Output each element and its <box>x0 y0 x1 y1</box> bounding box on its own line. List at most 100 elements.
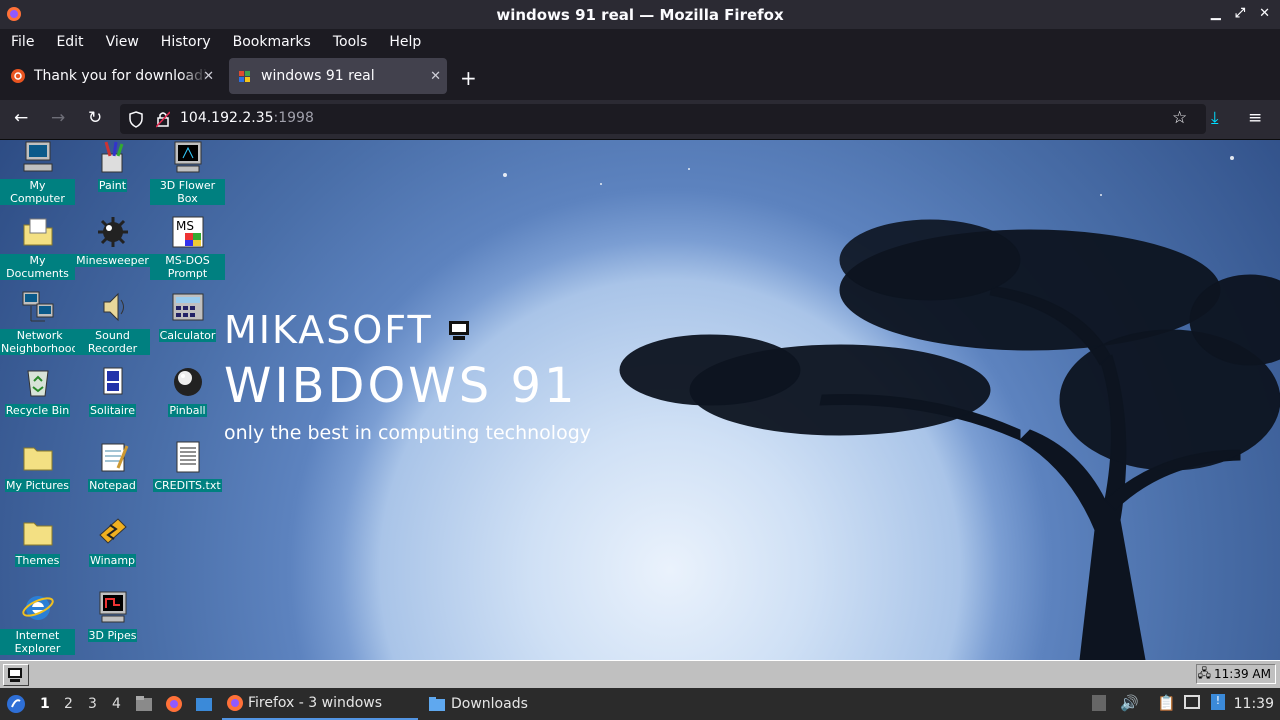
menu-bookmarks[interactable]: Bookmarks <box>222 34 322 50</box>
downloads-icon[interactable]: ⤓ <box>1211 108 1219 128</box>
menu-help[interactable]: Help <box>378 34 432 50</box>
desktop-icon-label: Notepad <box>88 479 137 492</box>
desktop-icon-label: Minesweeper <box>75 254 150 267</box>
insecure-lock-icon[interactable] <box>156 111 170 128</box>
menu-edit[interactable]: Edit <box>45 34 94 50</box>
desktop-icon-credits-txt[interactable]: CREDITS.txt <box>150 440 225 493</box>
desktop-icon-network-neighborhood[interactable]: Network Neighborhood <box>0 290 80 356</box>
msdos-icon: MS <box>171 215 205 249</box>
desktop-icon-my-computer[interactable]: My Computer <box>0 140 75 206</box>
panel-clock[interactable]: 11:39 <box>1234 696 1274 712</box>
clipboard-icon[interactable]: 📋 <box>1157 694 1176 712</box>
winamp-icon <box>96 515 130 549</box>
notepad-icon <box>96 440 130 474</box>
workspace-4[interactable]: 4 <box>112 696 121 712</box>
star <box>503 173 507 177</box>
taskbar-item-downloads[interactable]: Downloads <box>424 688 534 720</box>
star <box>1100 194 1102 196</box>
app-menu-icon[interactable]: ≡ <box>1248 108 1262 128</box>
ubuntu-icon <box>11 69 25 83</box>
os-menu-icon[interactable] <box>6 694 26 714</box>
network-tray-icon[interactable]: 🖧 <box>1198 664 1211 685</box>
tab-bar: Thank you for downloadi ✕ windows 91 rea… <box>0 54 1280 100</box>
tab-thank-you[interactable]: Thank you for downloadi ✕ <box>4 58 220 94</box>
desktop-icon-winamp[interactable]: Winamp <box>75 515 150 568</box>
network-icon <box>21 290 55 324</box>
url-bar[interactable]: 104.192.2.35:1998 <box>120 104 1206 134</box>
tab-windows91[interactable]: windows 91 real ✕ <box>229 58 447 94</box>
workspace-1[interactable]: 1 <box>40 696 50 712</box>
window-titlebar: windows 91 real — Mozilla Firefox ▁ ⤢ ✕ <box>0 0 1280 29</box>
brand-company: MIKASOFT <box>224 308 433 352</box>
windows-flag-icon <box>239 71 250 82</box>
win91-start-button[interactable] <box>3 664 29 686</box>
svg-text:MS: MS <box>176 219 194 233</box>
folder-icon <box>429 697 445 711</box>
desktop-icon-3d-flower-box[interactable]: 3D Flower Box <box>150 140 225 206</box>
url-text[interactable]: 104.192.2.35:1998 <box>180 110 314 126</box>
win91-clock: 11:39 AM <box>1214 667 1271 681</box>
computer-icon <box>21 140 55 174</box>
url-host: 104.192.2.35 <box>180 110 274 126</box>
desktop-icon-notepad[interactable]: Notepad <box>75 440 150 493</box>
desktop-icon-internet-explorer[interactable]: Internet Explorer <box>0 590 75 656</box>
desktop-icon-label: 3D Pipes <box>87 629 138 642</box>
os-panel: 1 2 3 4 Firefox - 3 windows Downloads 🔊 … <box>0 688 1280 720</box>
pinball-icon <box>171 365 205 399</box>
tab-label: windows 91 real <box>261 68 375 84</box>
tray-expand-icon[interactable] <box>1092 695 1106 711</box>
desktop-icon-calculator[interactable]: Calculator <box>150 290 225 343</box>
menu-view[interactable]: View <box>95 34 150 50</box>
star <box>600 183 602 185</box>
desktop-icon-solitaire[interactable]: Solitaire <box>75 365 150 418</box>
cards-icon <box>96 365 130 399</box>
file-manager-launcher-icon[interactable] <box>134 694 154 714</box>
close-icon[interactable]: ✕ <box>1259 6 1270 21</box>
new-tab-icon[interactable]: + <box>460 66 477 90</box>
mine-icon <box>96 215 130 249</box>
win91-system-tray: 🖧 11:39 AM <box>1196 664 1276 684</box>
desktop-icon-label: CREDITS.txt <box>153 479 222 492</box>
restore-icon[interactable]: ⤢ <box>1235 6 1245 21</box>
desktop-icon-pinball[interactable]: Pinball <box>150 365 225 418</box>
desktop-icon-my-pictures[interactable]: My Pictures <box>0 440 75 493</box>
desktop-icon-minesweeper[interactable]: Minesweeper <box>75 215 150 268</box>
reload-icon[interactable]: ↻ <box>88 108 102 128</box>
minimize-icon[interactable]: ▁ <box>1211 6 1221 21</box>
menu-file[interactable]: File <box>0 34 45 50</box>
paint-icon <box>96 140 130 174</box>
screensaver-icon <box>171 140 205 174</box>
bookmark-star-icon[interactable]: ☆ <box>1172 108 1187 128</box>
web-page-desktop[interactable]: MIKASOFT WIBDOWS 91 only the best in com… <box>0 140 1280 660</box>
desktop-icon-label: 3D Flower Box <box>150 179 225 205</box>
desktop-icon-sound-recorder[interactable]: Sound Recorder <box>75 290 150 356</box>
back-icon[interactable]: ← <box>14 108 28 128</box>
menu-tools[interactable]: Tools <box>322 34 379 50</box>
desktop-icon-themes[interactable]: Themes <box>0 515 75 568</box>
taskbar-item-firefox[interactable]: Firefox - 3 windows <box>222 688 418 720</box>
shield-icon[interactable] <box>128 111 144 128</box>
tab-close-icon[interactable]: ✕ <box>203 69 214 84</box>
desktop-icon-label: Network Neighborhood <box>0 329 80 355</box>
url-port: :1998 <box>273 110 314 126</box>
notification-icon[interactable]: ! <box>1211 694 1225 710</box>
desktop-icon-3d-pipes[interactable]: 3D Pipes <box>75 590 150 643</box>
menu-history[interactable]: History <box>150 34 222 50</box>
desktop-icon-ms-dos-prompt[interactable]: MS MS-DOS Prompt <box>150 215 225 281</box>
workspace-2[interactable]: 2 <box>64 696 73 712</box>
tab-close-icon[interactable]: ✕ <box>430 69 441 84</box>
desktop-icon-my-documents[interactable]: My Documents <box>0 215 75 281</box>
taskbar-item-label: Firefox - 3 windows <box>248 695 383 711</box>
desktop-icon-paint[interactable]: Paint <box>75 140 150 193</box>
win91-taskbar: 🖧 11:39 AM <box>0 660 1280 689</box>
folder-documents-icon <box>21 215 55 249</box>
forward-icon[interactable]: → <box>51 108 65 128</box>
display-icon[interactable] <box>1184 695 1200 709</box>
menu-bar: File Edit View History Bookmarks Tools H… <box>0 29 1280 54</box>
folder-launcher-icon[interactable] <box>194 694 214 714</box>
recycle-bin-icon <box>21 365 55 399</box>
volume-icon[interactable]: 🔊 <box>1120 694 1139 712</box>
firefox-launcher-icon[interactable] <box>164 694 184 714</box>
desktop-icon-recycle-bin[interactable]: Recycle Bin <box>0 365 75 418</box>
workspace-3[interactable]: 3 <box>88 696 97 712</box>
